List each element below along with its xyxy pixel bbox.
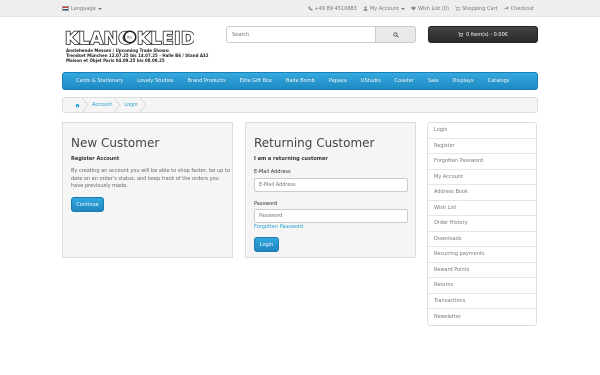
cart-total-label: 0 item(s) - 0.00€ <box>466 31 508 38</box>
breadcrumb: Account Login <box>62 97 538 113</box>
continue-button[interactable]: Continue <box>71 197 104 212</box>
cart-icon <box>458 32 464 37</box>
phone-icon <box>308 6 312 11</box>
new-customer-title: New Customer <box>71 136 160 150</box>
nav-item-lovely-studios[interactable]: Lovely Studios <box>130 78 180 84</box>
breadcrumb-login-label: Login <box>124 102 138 108</box>
account-menu-item-forgotten-password[interactable]: Forgotten Password <box>428 154 536 170</box>
nav-item-ustudio[interactable]: UStudio <box>354 78 388 84</box>
nav-item-papaya[interactable]: Papaya <box>322 78 354 84</box>
account-menu-item-address-book[interactable]: Address Book <box>428 185 536 201</box>
new-customer-panel: New Customer Register Account By creatin… <box>62 122 233 258</box>
account-menu-item-transactions[interactable]: Transactions <box>428 294 536 309</box>
search-icon <box>392 31 399 38</box>
nav-item-brand-products[interactable]: Brand Products <box>181 78 233 84</box>
main-nav: Cards & Stationary Lovely Studios Brand … <box>62 72 538 90</box>
nav-item-bade-bomb[interactable]: Bade Bomb <box>279 78 322 84</box>
breadcrumb-separator-icon <box>139 98 147 112</box>
my-account-link[interactable]: My Account <box>363 6 405 12</box>
breadcrumb-account[interactable]: Account <box>86 98 121 112</box>
home-icon <box>75 103 80 107</box>
phone-link[interactable]: +49 89 4510883 <box>308 6 357 12</box>
returning-customer-title: Returning Customer <box>254 136 375 150</box>
account-menu-item-reward-points[interactable]: Reward Points <box>428 263 536 278</box>
wish-list-label: Wish List (0) <box>417 5 449 12</box>
trade-line: Maison et Objet Paris 04.09.25 bis 08.09… <box>66 58 165 63</box>
search-input[interactable] <box>226 26 376 43</box>
register-description: By creating an account you will be able … <box>71 168 230 189</box>
nav-item-sale[interactable]: Sale <box>421 78 446 84</box>
nav-item-coaster[interactable]: Coaster <box>388 78 421 84</box>
shopping-cart-label: Shopping Cart <box>461 5 498 12</box>
flag-icon <box>62 6 69 11</box>
forgotten-password-link[interactable]: Forgotten Password <box>254 224 303 230</box>
email-field[interactable] <box>254 178 408 192</box>
returning-customer-subtitle: I am a returning customer <box>254 156 328 162</box>
klangkleid-logo[interactable]: KLANG ltd KLEID <box>64 27 194 49</box>
wish-list-link[interactable]: Wish List (0) <box>411 6 449 12</box>
breadcrumb-login[interactable]: Login <box>118 98 147 112</box>
breadcrumb-home[interactable] <box>69 98 89 112</box>
caret-down-icon <box>400 7 405 10</box>
account-menu-item-returns[interactable]: Returns <box>428 278 536 294</box>
language-dropdown[interactable]: Language <box>62 4 102 13</box>
account-menu-item-login[interactable]: Login <box>428 123 536 139</box>
caret-down-icon <box>97 7 102 10</box>
phone-label: +49 89 4510883 <box>314 5 357 12</box>
breadcrumb-account-label: Account <box>92 102 113 108</box>
my-account-label: My Account <box>369 5 399 12</box>
password-label: Password <box>254 201 278 207</box>
login-button[interactable]: Login <box>254 237 279 252</box>
svg-text:ltd: ltd <box>127 36 132 40</box>
language-label: Language <box>71 5 96 12</box>
share-icon <box>503 6 509 11</box>
cart-button[interactable]: 0 item(s) - 0.00€ <box>428 26 538 43</box>
svg-text:KLEID: KLEID <box>137 29 194 49</box>
search-bar <box>226 26 416 43</box>
email-label: E-Mail Address <box>254 169 291 175</box>
account-menu-item-my-account[interactable]: My Account <box>428 170 536 185</box>
user-icon <box>363 6 368 11</box>
trade-shows-info: Anstehende Messen / Upcoming Trade Shows… <box>66 48 208 63</box>
account-menu-item-wish-list[interactable]: Wish List <box>428 201 536 216</box>
nav-item-catalogs[interactable]: Catalogs <box>481 78 517 84</box>
account-menu-item-downloads[interactable]: Downloads <box>428 232 536 247</box>
heart-icon <box>411 6 416 11</box>
account-menu-item-recurring-payments[interactable]: Recurring payments <box>428 247 536 263</box>
register-account-subtitle: Register Account <box>71 156 120 162</box>
nav-item-displays[interactable]: Displays <box>446 78 481 84</box>
top-bar: Language +49 89 4510883 My Account Wish … <box>0 0 600 17</box>
shopping-cart-link[interactable]: Shopping Cart <box>455 6 498 12</box>
nav-item-elite-gift-box[interactable]: Elite Gift Box <box>233 78 279 84</box>
account-menu-item-register[interactable]: Register <box>428 139 536 154</box>
top-links: +49 89 4510883 My Account Wish List (0) … <box>308 4 534 13</box>
nav-item-cards-stationary[interactable]: Cards & Stationary <box>69 78 130 84</box>
account-menu-item-order-history[interactable]: Order History <box>428 216 536 232</box>
checkout-link[interactable]: Checkout <box>503 5 534 12</box>
password-field[interactable] <box>254 209 408 223</box>
cart-icon <box>455 6 460 11</box>
returning-customer-panel: Returning Customer I am a returning cust… <box>245 122 416 258</box>
account-menu: Login Register Forgotten Password My Acc… <box>427 122 537 326</box>
checkout-label: Checkout <box>510 5 534 12</box>
account-menu-item-newsletter[interactable]: Newsletter <box>428 309 536 325</box>
search-button[interactable] <box>376 26 416 43</box>
svg-text:KLANG: KLANG <box>65 29 133 49</box>
